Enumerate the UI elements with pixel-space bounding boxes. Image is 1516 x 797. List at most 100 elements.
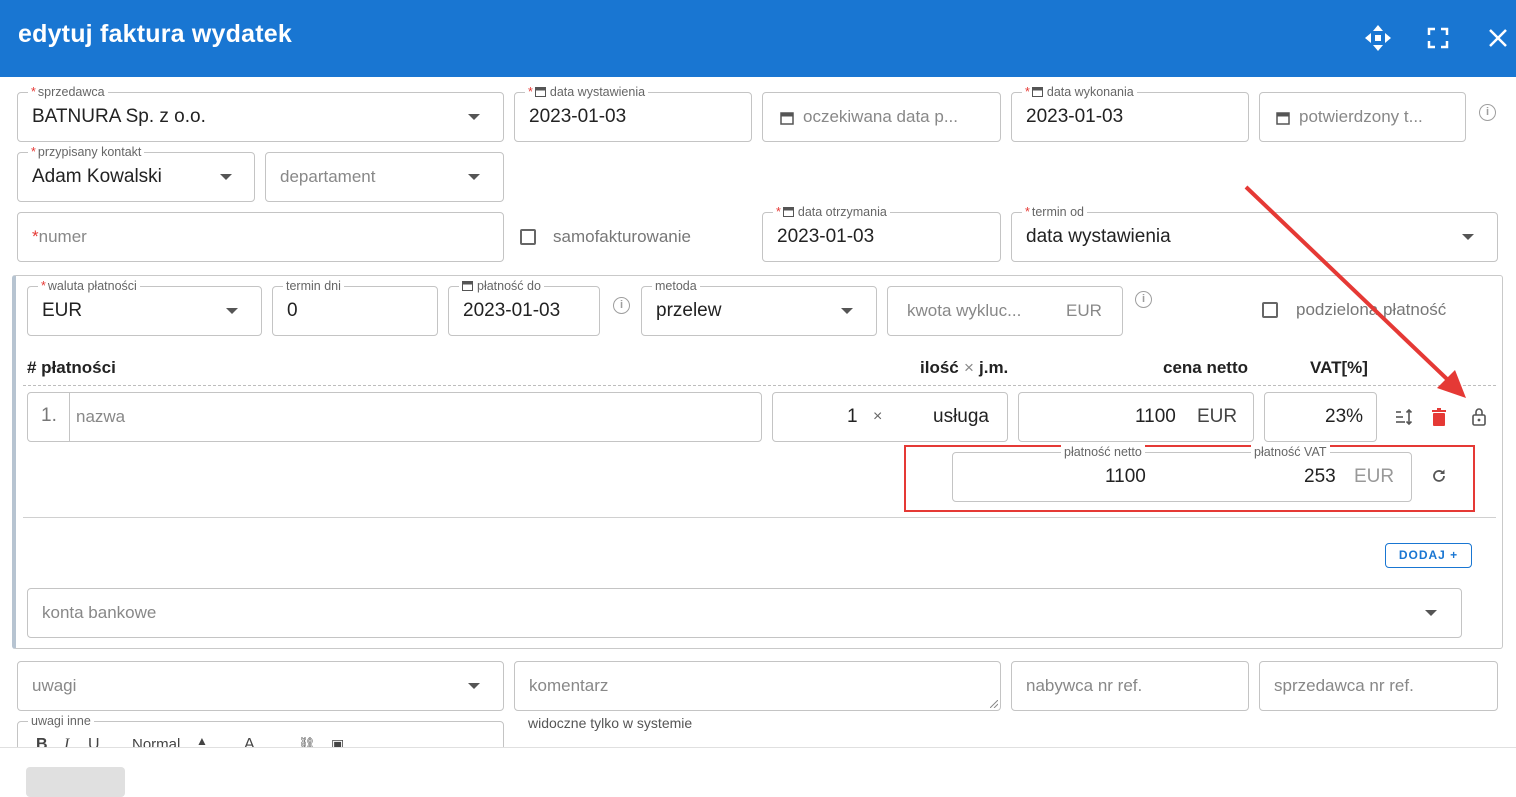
item-times: × [873, 408, 883, 425]
received-date-label: data otrzymania [797, 205, 887, 219]
exec-date-field[interactable]: * data wykonania 2023-01-03 [1011, 85, 1249, 142]
exec-date-value: 2023-01-03 [1026, 106, 1124, 127]
expected-date-field[interactable]: oczekiwana data p... [762, 92, 1001, 142]
seller-value: BATNURA Sp. z o.o. [32, 106, 206, 127]
item-vat-value: 23% [1325, 406, 1364, 427]
excluded-currency: EUR [1066, 301, 1102, 320]
received-date-field[interactable]: * data otrzymania 2023-01-03 [762, 205, 1001, 262]
term-days-label: termin dni [283, 279, 344, 293]
number-placeholder: numer [38, 227, 87, 246]
confirmed-field[interactable]: potwierdzony t... [1259, 92, 1466, 142]
vat-amount-label: płatność VAT [1251, 445, 1330, 459]
chevron-down-icon [1425, 610, 1437, 616]
chevron-down-icon [468, 174, 480, 180]
split-payment-label: podzielona płatność [1296, 300, 1447, 319]
split-payment-checkbox[interactable] [1262, 302, 1278, 318]
trash-icon[interactable] [1430, 407, 1448, 427]
buyer-ref-field[interactable]: nabywca nr ref. [1011, 661, 1249, 711]
number-field[interactable]: *numer [17, 212, 504, 262]
due-date-field[interactable]: płatność do 2023-01-03 [448, 279, 600, 336]
item-name-placeholder: nazwa [76, 407, 126, 426]
remarks-select[interactable]: uwagi [17, 661, 504, 711]
seller-ref-placeholder: sprzedawca nr ref. [1274, 676, 1414, 695]
info-icon[interactable]: i [613, 297, 630, 314]
col-payments: # płatności [27, 358, 116, 377]
due-date-value: 2023-01-03 [463, 300, 561, 321]
col-times: × [964, 358, 974, 377]
dialog-header: edytuj faktura wydatek [0, 0, 1516, 77]
selfinvoice-checkbox[interactable] [520, 229, 536, 245]
calendar-icon [780, 112, 794, 125]
calendar-icon [1276, 112, 1290, 125]
bank-accounts-select[interactable]: konta bankowe [27, 588, 1462, 638]
chevron-down-icon [468, 114, 480, 120]
close-icon[interactable] [1482, 22, 1514, 54]
chevron-down-icon [220, 174, 232, 180]
header-divider [23, 385, 1496, 386]
method-select[interactable]: metoda przelew [641, 279, 877, 336]
other-remarks-label: uwagi inne [28, 714, 94, 728]
calendar-icon [1031, 87, 1043, 97]
item-qty-field[interactable]: 1 × usługa [772, 392, 1008, 442]
add-button[interactable]: DODAJ + [1385, 543, 1472, 568]
excluded-amount-field[interactable]: kwota wykluc... EUR [887, 286, 1123, 336]
selfinvoice-label: samofakturowanie [553, 227, 691, 246]
footer-button[interactable] [26, 767, 125, 797]
seller-select[interactable]: * sprzedawca BATNURA Sp. z o.o. [17, 85, 504, 142]
calendar-icon [782, 207, 794, 217]
due-date-label: płatność do [477, 279, 541, 293]
comment-hint: widoczne tylko w systemie [528, 715, 693, 731]
exec-date-label: data wykonania [1046, 85, 1134, 99]
department-select[interactable]: departament [265, 152, 504, 202]
vat-amount-value: 253 [1304, 466, 1336, 487]
chevron-updown-icon: ▲ [196, 734, 208, 748]
col-vat: VAT[%] [1310, 358, 1368, 377]
currency-label: waluta płatności [47, 279, 137, 293]
seller-ref-field[interactable]: sprzedawca nr ref. [1259, 661, 1498, 711]
term-from-value: data wystawienia [1026, 226, 1171, 247]
footer [0, 748, 1516, 788]
chevron-down-icon [841, 308, 853, 314]
comment-placeholder: komentarz [529, 676, 609, 695]
method-value: przelew [656, 300, 722, 321]
item-unit-value: usługa [933, 406, 989, 427]
info-icon[interactable]: i [1135, 291, 1152, 308]
move-icon[interactable] [1362, 22, 1394, 54]
item-price-field[interactable]: 1100 EUR [1018, 392, 1254, 442]
col-price: cena netto [1163, 358, 1249, 377]
chevron-down-icon [1462, 234, 1474, 240]
col-qty: ilość [920, 358, 959, 377]
currency-select[interactable]: * waluta płatności EUR [27, 279, 262, 336]
items-divider [23, 517, 1496, 518]
method-label: metoda [652, 279, 700, 293]
contact-label: przypisany kontakt [37, 145, 142, 159]
refresh-icon[interactable] [1430, 467, 1448, 485]
contact-select[interactable]: * przypisany kontakt Adam Kowalski [17, 145, 255, 202]
term-from-label: termin od [1031, 205, 1084, 219]
item-totals-field[interactable]: płatność netto płatność VAT 1100 253 EUR [952, 445, 1412, 502]
fullscreen-icon[interactable] [1422, 22, 1454, 54]
item-vat-field[interactable]: 23% [1264, 392, 1377, 442]
issue-date-field[interactable]: * data wystawienia 2023-01-03 [514, 85, 752, 142]
comment-textarea[interactable]: komentarz [514, 661, 1001, 711]
calendar-icon [534, 87, 546, 97]
term-from-select[interactable]: * termin od data wystawienia [1011, 205, 1498, 262]
vat-amount-currency: EUR [1354, 466, 1395, 487]
expected-date-placeholder: oczekiwana data p... [803, 107, 958, 126]
lock-icon[interactable] [1470, 406, 1488, 426]
info-icon[interactable]: i [1479, 104, 1496, 121]
term-days-field[interactable]: termin dni 0 [272, 279, 438, 336]
resize-handle-icon[interactable] [990, 700, 998, 708]
received-date-value: 2023-01-03 [777, 226, 875, 247]
contact-value: Adam Kowalski [32, 166, 162, 187]
item-price-value: 1100 [1135, 406, 1176, 427]
term-days-value: 0 [287, 300, 298, 321]
bank-accounts-placeholder: konta bankowe [42, 603, 157, 622]
chevron-down-icon [226, 308, 238, 314]
dialog-title: edytuj faktura wydatek [18, 20, 292, 48]
item-qty-value: 1 [847, 406, 858, 427]
seller-label: sprzedawca [37, 85, 105, 99]
item-name-field[interactable]: 1. nazwa [27, 392, 762, 442]
buyer-ref-placeholder: nabywca nr ref. [1026, 676, 1143, 695]
sort-icon[interactable] [1394, 407, 1414, 427]
